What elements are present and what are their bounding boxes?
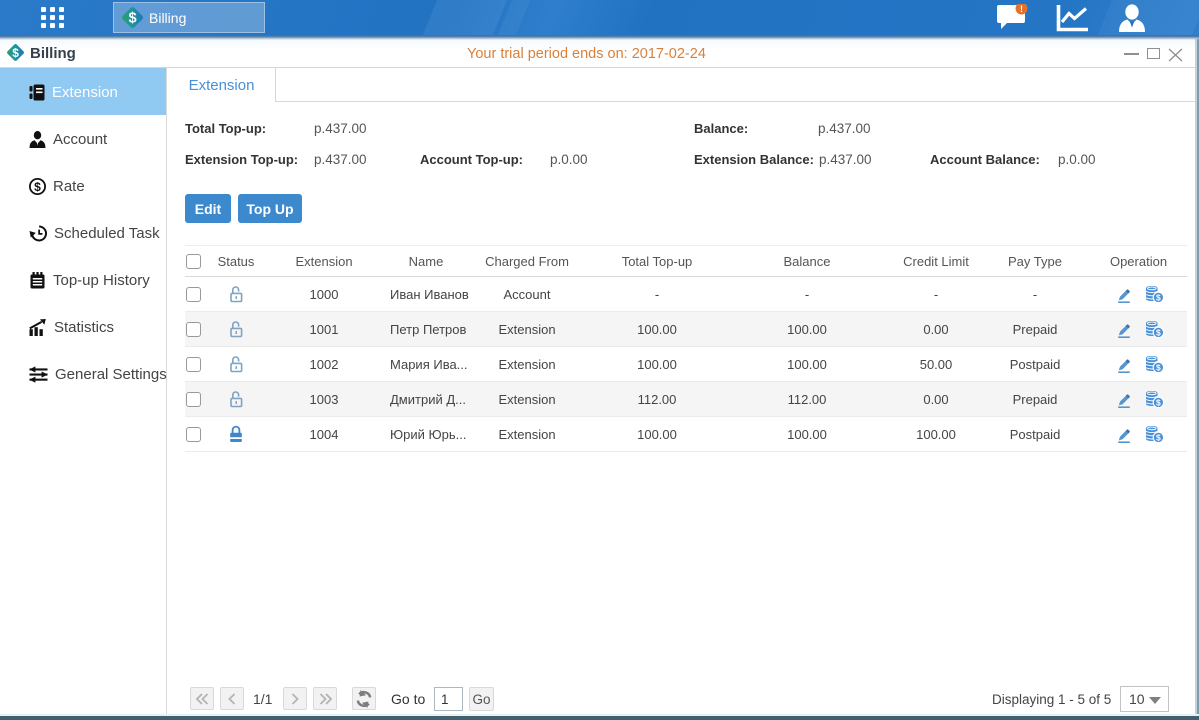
svg-text:$: $ (34, 180, 41, 194)
svg-text:!: ! (1020, 4, 1023, 14)
svg-text:$: $ (12, 46, 19, 60)
svg-text:$: $ (128, 11, 136, 27)
